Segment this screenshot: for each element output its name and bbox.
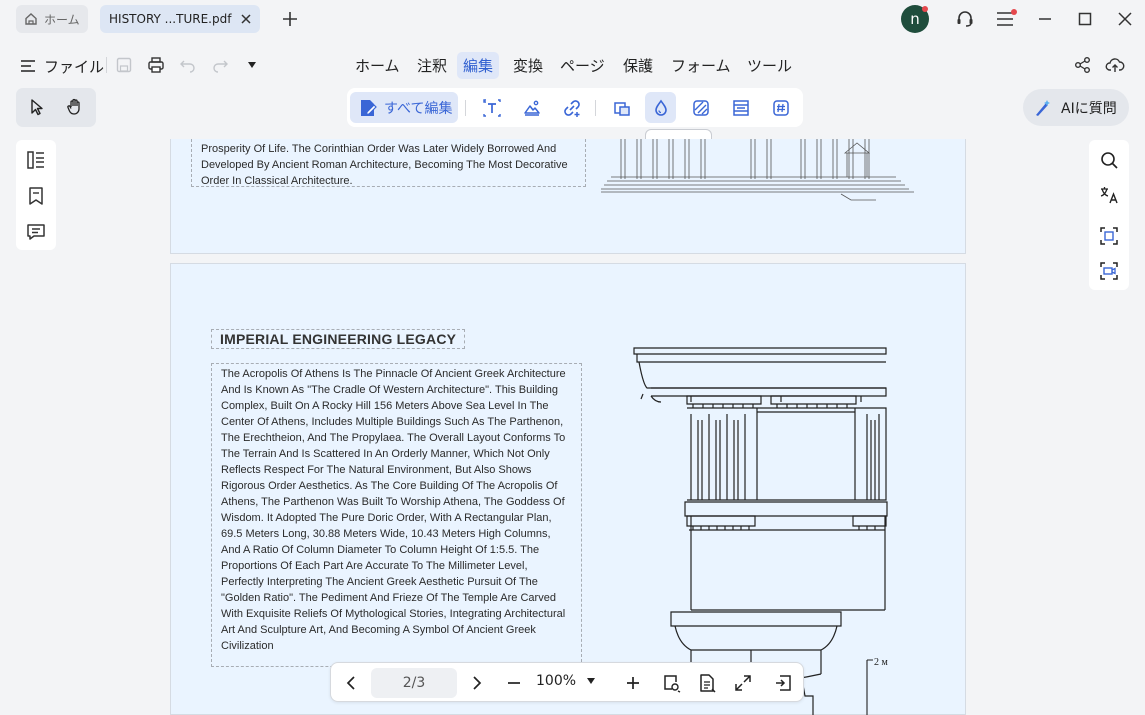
- menu-annotate[interactable]: 注釈: [411, 52, 453, 79]
- screenshot-icon[interactable]: [1099, 261, 1119, 281]
- page-layout-icon[interactable]: [695, 671, 719, 695]
- doric-order-drawing: [633, 347, 888, 715]
- zoom-out-icon[interactable]: [502, 671, 526, 695]
- cloud-upload-icon[interactable]: [1105, 55, 1125, 75]
- page-navigation-bar: 2/3 100%: [330, 662, 804, 702]
- translate-icon[interactable]: [1099, 185, 1119, 205]
- bookmark-icon[interactable]: [26, 186, 46, 206]
- edit-toolbar: すべて編集: [347, 88, 803, 127]
- zoom-in-icon[interactable]: [621, 671, 645, 695]
- dropdown-caret-icon[interactable]: [246, 60, 258, 70]
- page1-text-block[interactable]: Prosperity Of Life. The Corinthian Order…: [191, 139, 586, 187]
- hand-tool-icon[interactable]: [60, 92, 90, 122]
- bates-number-icon[interactable]: [765, 92, 796, 123]
- edit-all-button[interactable]: すべて編集: [350, 92, 458, 123]
- menu-edit[interactable]: 編集: [457, 52, 500, 79]
- support-icon[interactable]: [955, 9, 975, 29]
- close-window-icon[interactable]: [1115, 9, 1135, 29]
- tab-document-label: HISTORY ...TURE.pdf: [109, 12, 232, 26]
- print-icon[interactable]: [147, 56, 165, 74]
- page-number-input[interactable]: 2/3: [371, 668, 457, 698]
- menu-notification-dot: [1011, 9, 1017, 15]
- share-icon[interactable]: [1074, 56, 1092, 74]
- ai-sparkle-icon: [1033, 98, 1053, 118]
- redo-icon[interactable]: [211, 57, 229, 73]
- fullscreen-icon[interactable]: [731, 671, 755, 695]
- file-menu-label: ファイル: [44, 57, 105, 76]
- left-side-panel: [16, 140, 56, 250]
- avatar-letter: n: [910, 10, 920, 28]
- pdf-page-1: Prosperity Of Life. The Corinthian Order…: [170, 139, 966, 254]
- divider: [465, 100, 466, 116]
- add-link-icon[interactable]: [556, 92, 587, 123]
- page2-title[interactable]: IMPERIAL ENGINEERING LEGACY: [211, 329, 466, 349]
- notification-dot: [922, 6, 928, 12]
- temple-drawing-top: [601, 139, 914, 201]
- previous-page-icon[interactable]: [339, 671, 363, 695]
- ask-ai-label: AIに質問: [1061, 100, 1117, 117]
- zoom-value: 100%: [536, 673, 577, 689]
- pdf-page-2: IMPERIAL ENGINEERING LEGACY The Acropoli…: [170, 263, 966, 715]
- divider: [106, 57, 107, 73]
- ask-ai-button[interactable]: AIに質問: [1023, 89, 1129, 126]
- view-mode-icon[interactable]: [659, 671, 683, 695]
- watermark-icon[interactable]: [645, 92, 676, 123]
- search-icon[interactable]: [1099, 150, 1119, 170]
- maximize-icon[interactable]: [1075, 9, 1095, 29]
- scale-label: 2 м: [874, 657, 888, 668]
- tab-document[interactable]: HISTORY ...TURE.pdf: [100, 5, 260, 33]
- zoom-select[interactable]: 100%: [536, 673, 596, 689]
- menu-tools[interactable]: ツール: [741, 52, 798, 79]
- menu-protect[interactable]: 保護: [617, 52, 659, 79]
- comment-icon[interactable]: [26, 222, 46, 242]
- thumbnails-icon[interactable]: [26, 150, 46, 170]
- new-tab-button[interactable]: [280, 9, 300, 29]
- cursor-tool-group: [16, 88, 96, 127]
- save-icon[interactable]: [115, 56, 133, 74]
- header-footer-icon[interactable]: [725, 92, 756, 123]
- next-page-icon[interactable]: [465, 671, 489, 695]
- tab-home-label: ホーム: [44, 12, 80, 27]
- menu-home[interactable]: ホーム: [349, 52, 406, 79]
- close-tab-icon[interactable]: [239, 12, 253, 26]
- undo-icon[interactable]: [179, 57, 197, 73]
- home-icon: [24, 12, 38, 26]
- add-text-icon[interactable]: [476, 92, 507, 123]
- menu-convert[interactable]: 変換: [507, 52, 549, 79]
- file-menu[interactable]: ファイル: [20, 55, 104, 77]
- right-side-panel: [1089, 140, 1129, 290]
- crop-page-icon[interactable]: [606, 92, 637, 123]
- minimize-icon[interactable]: [1035, 9, 1055, 29]
- page2-text-block[interactable]: The Acropolis Of Athens Is The Pinnacle …: [211, 363, 582, 667]
- hamburger-icon: [20, 59, 36, 73]
- tab-home[interactable]: ホーム: [16, 5, 88, 33]
- menu-form[interactable]: フォーム: [665, 52, 737, 79]
- add-image-icon[interactable]: [516, 92, 547, 123]
- edit-all-icon: [358, 98, 378, 118]
- menu-page[interactable]: ページ: [554, 52, 611, 79]
- divider: [595, 100, 596, 116]
- ocr-icon[interactable]: [1099, 226, 1119, 246]
- select-cursor-icon[interactable]: [22, 92, 52, 122]
- zoom-caret-icon: [586, 677, 596, 685]
- edit-all-label: すべて編集: [384, 100, 453, 117]
- fit-width-icon[interactable]: [771, 671, 795, 695]
- background-icon[interactable]: [685, 92, 716, 123]
